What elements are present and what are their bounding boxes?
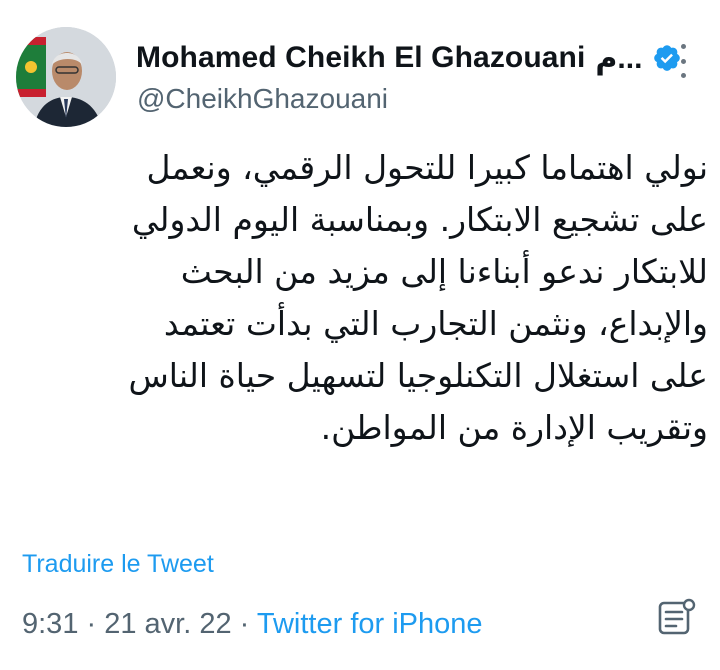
- tweet-text-line: على تشجيع الابتكار. وبمناسبة اليوم الدول…: [131, 200, 708, 239]
- tweet-text-line: نولي اهتماما كبيرا للتحول الرقمي، ونعمل: [146, 148, 708, 187]
- tweet-source-link[interactable]: Twitter for iPhone: [257, 608, 483, 640]
- tweet-text: نولي اهتماما كبيرا للتحول الرقمي، ونعمل …: [22, 142, 708, 454]
- tweet-text-line: على استغلال التكنلوجيا لتسهيل حياة الناس: [128, 356, 708, 395]
- tweet-text-line: وتقريب الإدارة من المواطن.: [320, 408, 708, 447]
- tweet-date[interactable]: 21 avr. 22: [104, 608, 231, 640]
- author-display-name-suffix: م...: [595, 41, 643, 75]
- avatar[interactable]: [16, 27, 116, 127]
- tweet-analytics-icon[interactable]: [656, 598, 696, 638]
- more-options-icon[interactable]: [668, 44, 698, 78]
- tweet-text-line: للابتكار ندعو أبناءنا إلى مزيد من البحث: [180, 252, 708, 291]
- meta-separator: ·: [78, 608, 105, 640]
- translate-tweet-link[interactable]: Traduire le Tweet: [22, 550, 214, 579]
- avatar-image: [16, 27, 116, 127]
- tweet-time[interactable]: 9:31: [22, 608, 78, 640]
- author-handle[interactable]: @CheikhGhazouani: [137, 83, 388, 115]
- author-name-row[interactable]: Mohamed Cheikh El Ghazouani م...: [136, 38, 682, 78]
- tweet-card: Mohamed Cheikh El Ghazouani م... @Cheikh…: [0, 0, 720, 670]
- tweet-meta: 9:31 · 21 avr. 22 · Twitter for iPhone: [22, 608, 483, 641]
- meta-separator: ·: [231, 608, 257, 640]
- author-display-name[interactable]: Mohamed Cheikh El Ghazouani: [136, 41, 585, 75]
- tweet-text-line: والإبداع، ونثمن التجارب التي بدأت تعتمد: [163, 304, 708, 343]
